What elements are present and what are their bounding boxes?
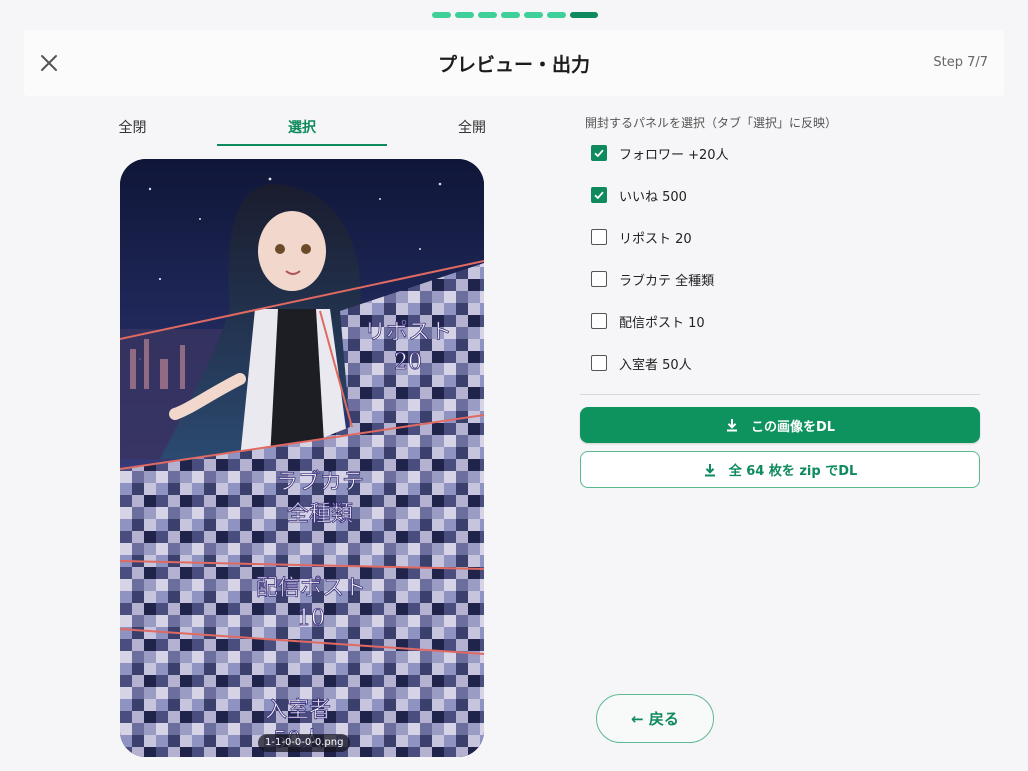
option-reposts[interactable]: リポスト 20: [591, 226, 692, 248]
back-button[interactable]: ← 戻る: [596, 694, 714, 743]
check-icon: [594, 149, 604, 158]
step-segment-7: [570, 12, 598, 18]
step-segment-6: [547, 12, 566, 18]
check-icon: [594, 191, 604, 200]
overlay-label-repost: リポスト: [364, 320, 452, 345]
option-label: 配信ポスト 10: [619, 315, 705, 331]
step-segment-3: [478, 12, 497, 18]
overlay-label-visitors: 入室者: [265, 698, 331, 723]
step-indicator: Step 7/7: [933, 55, 988, 70]
checkbox-followers[interactable]: [591, 145, 607, 161]
step-segment-4: [501, 12, 520, 18]
option-followers[interactable]: フォロワー +20人: [591, 142, 729, 164]
option-likes[interactable]: いいね 500: [591, 184, 687, 206]
step-segment-1: [432, 12, 451, 18]
option-label: フォロワー +20人: [619, 147, 729, 163]
overlay-value-lovecate: 全種類: [287, 502, 353, 527]
checkbox-likes[interactable]: [591, 187, 607, 203]
overlay-value-repost: 20: [394, 350, 422, 375]
download-image-button[interactable]: この画像をDL: [580, 407, 980, 443]
option-label: 入室者 50人: [619, 357, 692, 373]
panel-select-title: 開封するパネルを選択（タブ「選択」に反映）: [585, 116, 838, 130]
tab-open-all[interactable]: 全開: [387, 110, 557, 146]
step-progress: [432, 12, 598, 18]
checkbox-lovecate[interactable]: [591, 271, 607, 287]
checkbox-visitors[interactable]: [591, 355, 607, 371]
overlay-label-live-post: 配信ポスト: [256, 576, 366, 601]
download-zip-button[interactable]: 全 64 枚を zip でDL: [580, 451, 980, 488]
page-title: プレビュー・出力: [437, 54, 590, 76]
tab-close-all[interactable]: 全閉: [48, 110, 217, 146]
image-filename: 1-1-0-0-0-0.png: [258, 734, 351, 752]
download-image-label: この画像をDL: [750, 419, 836, 435]
option-live-posts[interactable]: 配信ポスト 10: [591, 310, 705, 332]
step-segment-2: [455, 12, 474, 18]
tab-select[interactable]: 選択: [217, 110, 387, 146]
option-label: リポスト 20: [619, 231, 692, 247]
option-label: ラブカテ 全種類: [619, 273, 715, 289]
step-segment-5: [524, 12, 543, 18]
download-icon: [726, 419, 737, 432]
option-visitors[interactable]: 入室者 50人: [591, 352, 692, 374]
option-lovecate[interactable]: ラブカテ 全種類: [591, 268, 714, 290]
checkbox-live-posts[interactable]: [591, 313, 607, 329]
preview-image: リポスト 20 ラブカテ 全種類 配信ポスト 10 入室者 50人: [120, 159, 484, 757]
overlay-label-lovecate: ラブカテ: [276, 470, 364, 495]
download-zip-label: 全 64 枚を zip でDL: [728, 464, 858, 479]
download-icon: [704, 463, 715, 476]
divider: [580, 394, 980, 395]
checkbox-reposts[interactable]: [591, 229, 607, 245]
overlay-value-live-post: 10: [297, 606, 325, 631]
option-label: いいね 500: [619, 189, 687, 205]
header-bar: プレビュー・出力 Step 7/7: [24, 30, 1004, 96]
preview-tabs: 全閉 選択 全開: [48, 110, 558, 146]
